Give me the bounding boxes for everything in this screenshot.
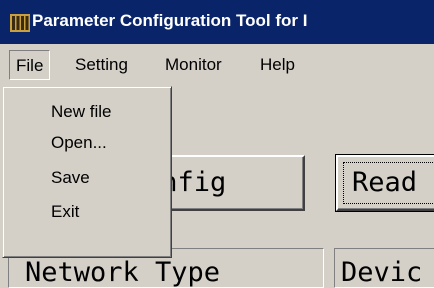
read-button[interactable]: Read	[335, 154, 434, 212]
network-type-label: Network Type	[25, 257, 221, 288]
device-label: Devic	[341, 257, 423, 288]
menu-item-save[interactable]: Save	[11, 163, 161, 193]
menu-setting[interactable]: Setting	[69, 50, 134, 80]
menu-item-new-file[interactable]: New file	[11, 97, 161, 127]
device-label-frame: Devic	[334, 248, 434, 288]
menu-help[interactable]: Help	[254, 50, 301, 80]
menu-item-open[interactable]: Open...	[11, 128, 161, 158]
menu-file[interactable]: File	[9, 50, 51, 80]
menu-item-exit[interactable]: Exit	[11, 197, 161, 227]
grid-app-icon	[10, 14, 30, 32]
menu-bar: File Setting Monitor Help	[0, 44, 434, 88]
file-menu-dropdown: New file Open... Save Exit	[2, 86, 172, 258]
window-title: Parameter Configuration Tool for I	[32, 11, 308, 30]
read-button-label: Read	[352, 167, 418, 198]
title-bar: Parameter Configuration Tool for I	[0, 0, 434, 44]
menu-monitor[interactable]: Monitor	[159, 50, 228, 80]
